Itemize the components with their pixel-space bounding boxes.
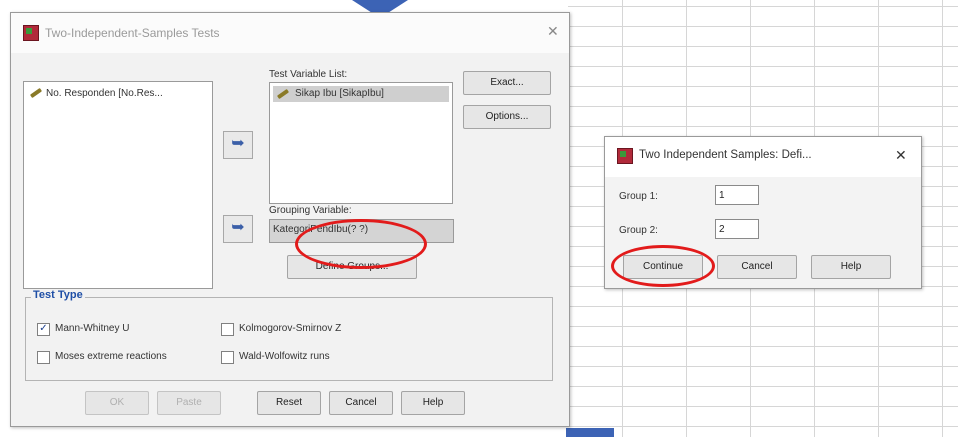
test-type-group	[25, 297, 553, 381]
group2-label: Group 2:	[619, 225, 658, 236]
app-icon	[617, 148, 633, 164]
mann-whitney-label: Mann-Whitney U	[55, 323, 130, 334]
reset-button[interactable]: Reset	[257, 391, 321, 415]
move-arrow-icon: ➥	[231, 135, 245, 152]
close-icon[interactable]: ✕	[547, 23, 559, 40]
wald-wolfowitz-label: Wald-Wolfowitz runs	[239, 351, 330, 362]
dialog-title: Two-Independent-Samples Tests	[45, 26, 220, 40]
test-variable-list-label: Test Variable List:	[269, 69, 348, 80]
kolmogorov-smirnov-label: Kolmogorov-Smirnov Z	[239, 323, 342, 334]
ok-button[interactable]: OK	[85, 391, 149, 415]
test-variable-list[interactable]: Sikap Ibu [SikapIbu]	[269, 82, 453, 204]
moses-checkbox[interactable]	[37, 351, 50, 364]
mann-whitney-checkbox[interactable]: ✓	[37, 323, 50, 336]
variable-pencil-icon	[29, 88, 43, 99]
group1-input[interactable]: 1	[715, 185, 759, 205]
list-item[interactable]: Sikap Ibu [SikapIbu]	[273, 86, 449, 102]
two-independent-samples-dialog: Two-Independent-Samples Tests ✕ No. Resp…	[10, 12, 570, 427]
define-groups-dialog: Two Independent Samples: Defi... ✕ Group…	[604, 136, 922, 289]
highlight-oval	[295, 219, 427, 269]
dialog-title: Two Independent Samples: Defi...	[639, 149, 812, 161]
test-type-legend: Test Type	[31, 289, 85, 301]
moses-label: Moses extreme reactions	[55, 351, 167, 362]
close-icon[interactable]: ✕	[895, 147, 907, 164]
help-button[interactable]: Help	[811, 255, 891, 279]
exact-button[interactable]: Exact...	[463, 71, 551, 95]
group1-label: Group 1:	[619, 191, 658, 202]
highlight-oval	[611, 245, 715, 287]
list-item[interactable]: No. Responden [No.Res...	[29, 88, 163, 99]
cancel-button[interactable]: Cancel	[717, 255, 797, 279]
grouping-variable-label: Grouping Variable:	[269, 205, 352, 216]
paste-button[interactable]: Paste	[157, 391, 221, 415]
move-to-grouping-button[interactable]: ➥	[223, 215, 253, 243]
app-icon	[23, 25, 39, 41]
cancel-button[interactable]: Cancel	[329, 391, 393, 415]
blue-shape	[566, 428, 614, 437]
title-bar: Two-Independent-Samples Tests ✕	[11, 13, 569, 53]
options-button[interactable]: Options...	[463, 105, 551, 129]
wald-wolfowitz-checkbox[interactable]	[221, 351, 234, 364]
move-arrow-icon: ➥	[231, 219, 245, 236]
source-variable-list[interactable]: No. Responden [No.Res...	[23, 81, 213, 289]
move-to-test-list-button[interactable]: ➥	[223, 131, 253, 159]
variable-pencil-icon	[276, 88, 290, 100]
kolmogorov-smirnov-checkbox[interactable]	[221, 323, 234, 336]
title-bar: Two Independent Samples: Defi... ✕	[605, 137, 921, 177]
group2-input[interactable]: 2	[715, 219, 759, 239]
checkbox-icon: ✓	[39, 323, 48, 334]
help-button[interactable]: Help	[401, 391, 465, 415]
